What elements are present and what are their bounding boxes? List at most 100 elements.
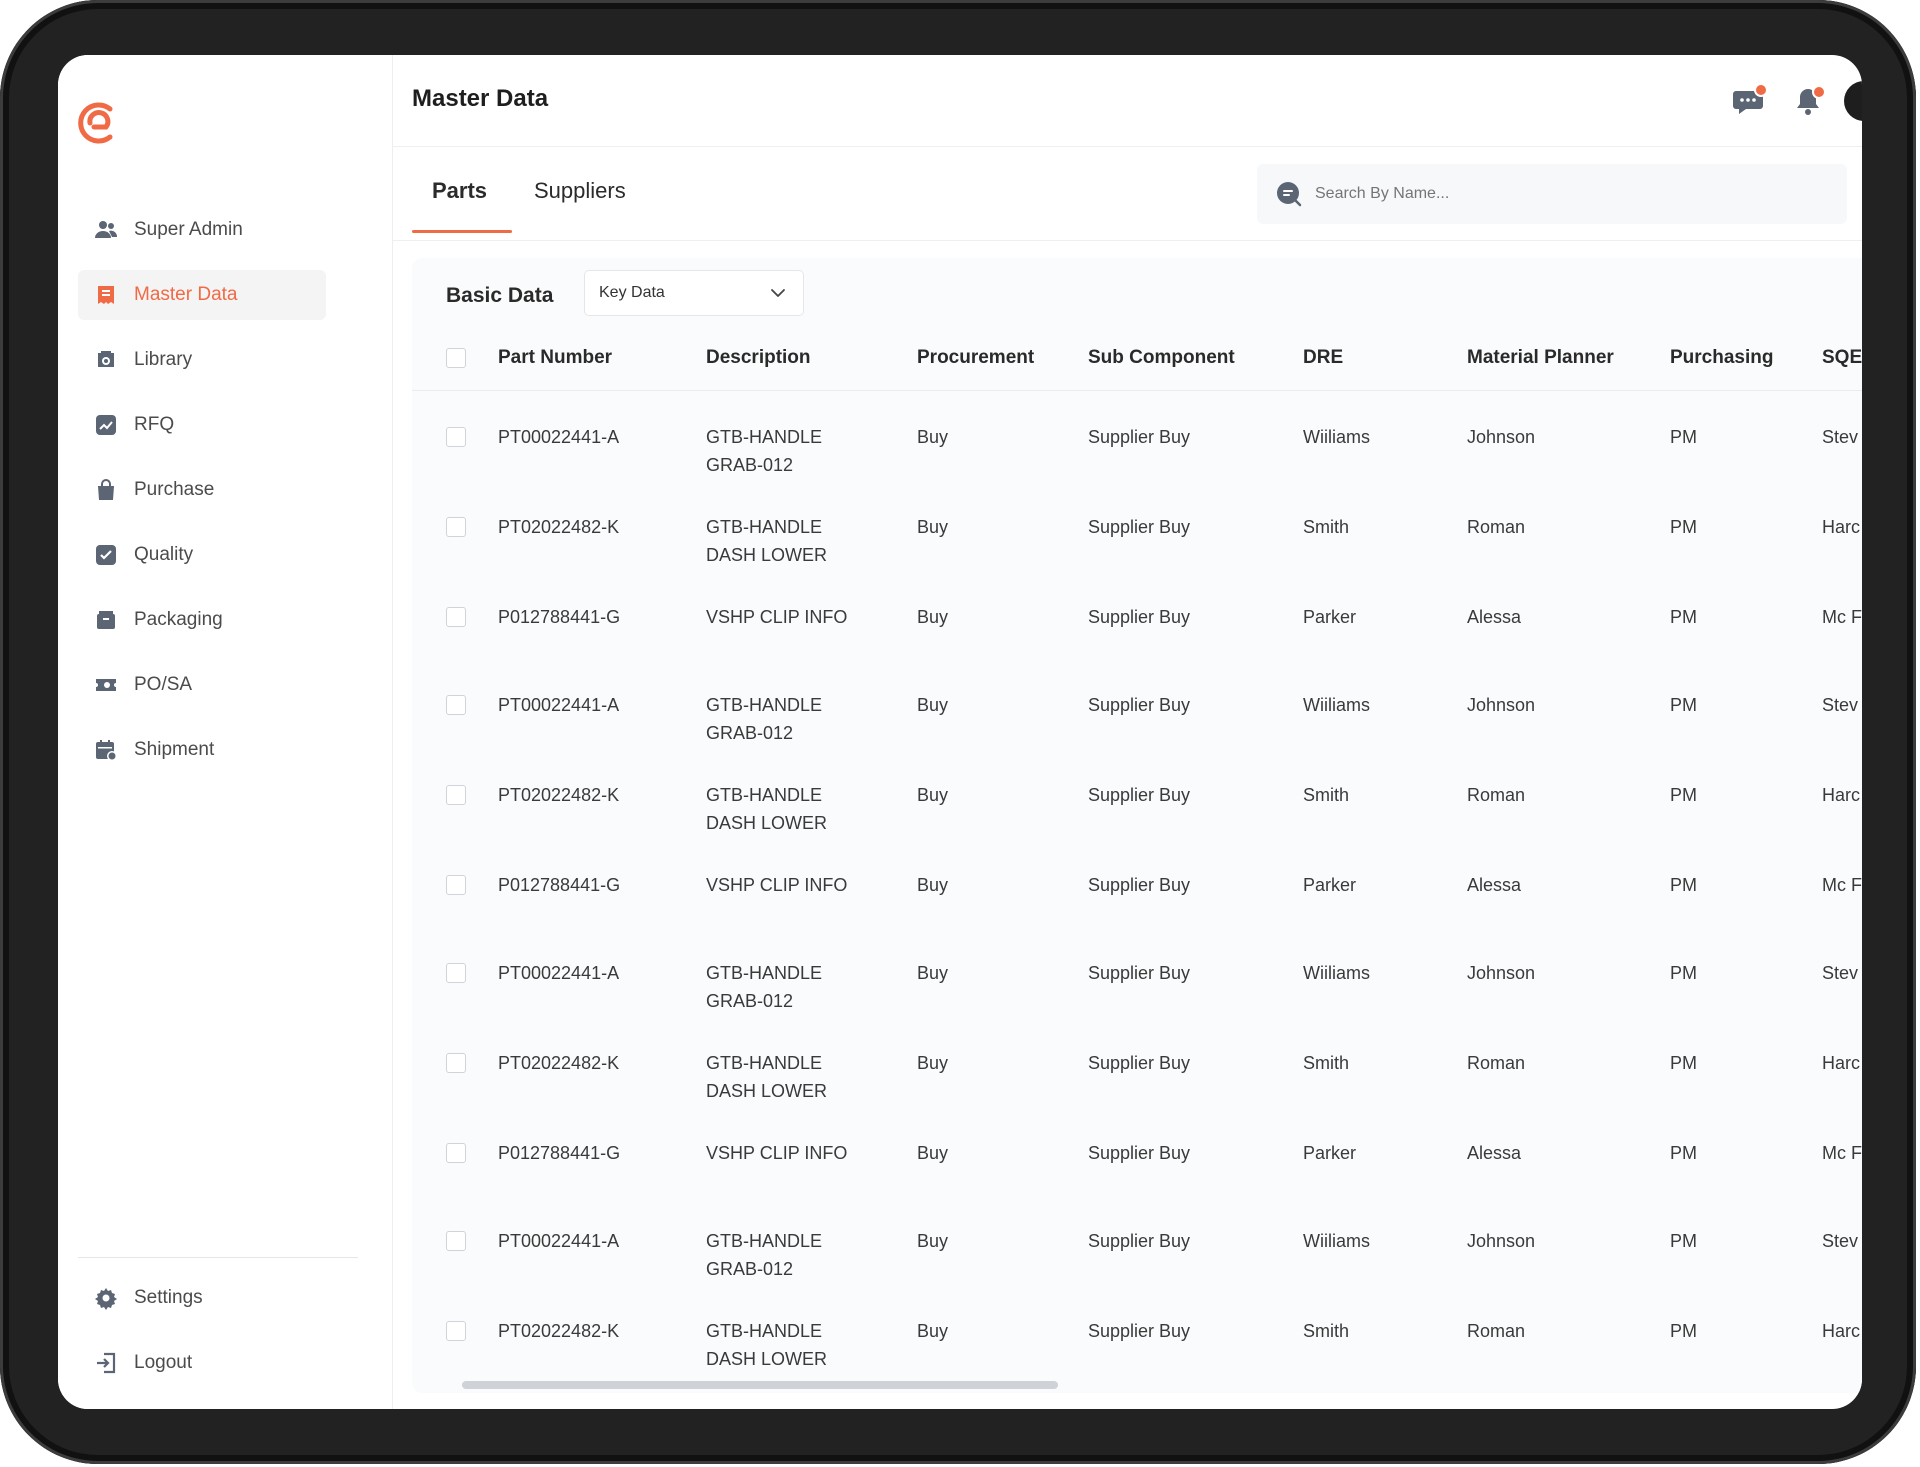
table-cell: PM xyxy=(1670,1231,1697,1251)
table-cell: PT02022482-K xyxy=(498,517,620,537)
table-cell: Buy xyxy=(917,1321,949,1341)
row-checkbox[interactable] xyxy=(446,607,466,627)
table-cell: Harc xyxy=(1822,1321,1861,1341)
sidebar-item-quality[interactable]: Quality xyxy=(78,530,326,580)
table-row[interactable]: PT00022441-A GTB-HANDLE GRAB-012 Buy Suppli… xyxy=(412,391,1862,480)
select-all-checkbox[interactable] xyxy=(446,348,466,368)
sidebar-item-logout[interactable]: Logout xyxy=(78,1338,326,1388)
sidebar-item-library[interactable]: Library xyxy=(78,335,326,385)
table-row[interactable]: P012788441-G VSHP CLIP INFO Buy Supplier Bu… xyxy=(412,569,1862,657)
row-checkbox[interactable] xyxy=(446,785,466,805)
check-icon xyxy=(94,543,118,567)
table-cell: PT02022482-K xyxy=(498,1053,620,1073)
column-header-sqe[interactable]: SQE xyxy=(1822,326,1862,391)
table-cell: Alessa xyxy=(1467,607,1522,627)
table-cell: Supplier Buy xyxy=(1088,607,1191,627)
sidebar-item-rfq[interactable]: RFQ xyxy=(78,400,326,450)
table-row[interactable]: PT00022441-A GTB-HANDLE GRAB-012 Buy Suppli… xyxy=(412,657,1862,747)
column-header-dre[interactable]: DRE xyxy=(1303,326,1467,391)
horizontal-scrollbar[interactable] xyxy=(462,1381,1058,1389)
table-cell: Johnson xyxy=(1467,1231,1536,1251)
row-checkbox[interactable] xyxy=(446,1321,466,1341)
table-row[interactable]: PT02022482-K GTB-HANDLE DASH LOWER Buy Supp… xyxy=(412,747,1862,837)
table-row[interactable]: PT02022482-K GTB-HANDLE DASH LOWER Buy Supp… xyxy=(412,1283,1862,1373)
table-row[interactable]: PT02022482-K GTB-HANDLE DASH LOWER Buy Supp… xyxy=(412,1015,1862,1105)
column-header-part-number[interactable]: Part Number xyxy=(498,326,706,391)
row-checkbox[interactable] xyxy=(446,1143,466,1163)
row-checkbox[interactable] xyxy=(446,427,466,447)
sidebar-item-label: Super Admin xyxy=(134,219,243,240)
table-cell: Roman xyxy=(1467,1321,1526,1341)
description-text: GTB-HANDLE DASH LOWER xyxy=(706,1053,828,1101)
description-text: GTB-HANDLE GRAB-012 xyxy=(706,963,823,1011)
table-row[interactable]: PT00022441-A GTB-HANDLE GRAB-012 Buy Suppli… xyxy=(412,925,1862,1015)
table-row[interactable]: PT02022482-K GTB-HANDLE DASH LOWER Buy Supp… xyxy=(412,479,1862,569)
column-header-sub-component[interactable]: Sub Component xyxy=(1088,326,1303,391)
sidebar-item-purchase[interactable]: Purchase xyxy=(78,465,326,515)
data-type-select[interactable]: Key Data xyxy=(584,270,804,316)
table-cell: Buy xyxy=(917,963,949,983)
sidebar-item-po-sa[interactable]: PO/SA xyxy=(78,660,326,710)
table-cell: Stev xyxy=(1822,963,1859,983)
chat-button[interactable] xyxy=(1730,83,1768,119)
table-cell: PM xyxy=(1670,517,1697,537)
table-cell: Smith xyxy=(1303,517,1350,537)
table-cell: Stev xyxy=(1822,427,1859,447)
column-header-procurement[interactable]: Procurement xyxy=(917,326,1088,391)
table-cell: Stev xyxy=(1822,1231,1859,1251)
table-cell: Supplier Buy xyxy=(1088,1321,1191,1341)
description-text: GTB-HANDLE GRAB-012 xyxy=(706,695,823,743)
table-row[interactable]: PT00022441-A GTB-HANDLE GRAB-012 Buy Suppli… xyxy=(412,1193,1862,1283)
user-avatar[interactable] xyxy=(1844,81,1862,121)
row-select-cell xyxy=(412,1193,498,1283)
sidebar: Super Admin Master Data Library RFQ Purchase… xyxy=(58,55,393,1409)
document-icon xyxy=(94,283,118,307)
sidebar-item-label: Master Data xyxy=(134,284,238,305)
row-checkbox[interactable] xyxy=(446,517,466,537)
table-cell: P012788441-G xyxy=(498,607,621,627)
column-header-material-planner[interactable]: Material Planner xyxy=(1467,326,1670,391)
sidebar-item-master-data[interactable]: Master Data xyxy=(78,270,326,320)
sidebar-item-shipment[interactable]: Shipment xyxy=(78,725,326,775)
row-checkbox[interactable] xyxy=(446,1231,466,1251)
tab-suppliers[interactable]: Suppliers xyxy=(534,178,626,204)
table-cell: Johnson xyxy=(1467,427,1536,447)
parts-table-panel: Basic Data Key Data Part Number Descripti… xyxy=(412,258,1862,1393)
table-cell: PM xyxy=(1670,1143,1697,1163)
table-cell: PM xyxy=(1670,1321,1697,1341)
notifications-button[interactable] xyxy=(1790,83,1826,119)
sidebar-item-super-admin[interactable]: Super Admin xyxy=(78,205,326,255)
table-cell: PM xyxy=(1670,695,1697,715)
row-select-cell xyxy=(412,925,498,1015)
sidebar-item-packaging[interactable]: Packaging xyxy=(78,595,326,645)
sidebar-item-label: Library xyxy=(134,349,193,370)
table-cell: Roman xyxy=(1467,517,1526,537)
row-checkbox[interactable] xyxy=(446,875,466,895)
column-header-description[interactable]: Description xyxy=(706,326,917,391)
table-cell: GTB-HANDLE DASH LOWER xyxy=(706,1283,917,1373)
table-header-row: Part Number Description Procurement Sub Com… xyxy=(412,326,1862,391)
table-cell: PT00022441-A xyxy=(498,1231,620,1251)
table-cell: Parker xyxy=(1303,875,1357,895)
calendar-icon xyxy=(94,738,118,762)
search-input[interactable] xyxy=(1313,184,1797,204)
row-select-cell xyxy=(412,1105,498,1193)
row-select-cell xyxy=(412,747,498,837)
row-select-cell xyxy=(412,1283,498,1373)
column-header-purchasing[interactable]: Purchasing xyxy=(1670,326,1822,391)
sidebar-item-settings[interactable]: Settings xyxy=(78,1273,326,1323)
table-row[interactable]: P012788441-G VSHP CLIP INFO Buy Supplier Bu… xyxy=(412,837,1862,925)
table-row[interactable]: P012788441-G VSHP CLIP INFO Buy Supplier Bu… xyxy=(412,1105,1862,1193)
row-checkbox[interactable] xyxy=(446,1053,466,1073)
row-checkbox[interactable] xyxy=(446,963,466,983)
sidebar-item-label: Logout xyxy=(134,1352,193,1373)
row-checkbox[interactable] xyxy=(446,695,466,715)
table-cell: Buy xyxy=(917,427,949,447)
row-select-cell xyxy=(412,391,498,480)
page-title: Master Data xyxy=(412,85,549,112)
table-cell: VSHP CLIP INFO xyxy=(706,1105,917,1193)
table-cell: GTB-HANDLE DASH LOWER xyxy=(706,479,917,569)
sidebar-item-label: PO/SA xyxy=(134,674,193,695)
tab-parts[interactable]: Parts xyxy=(432,178,487,204)
table-cell: Mc F xyxy=(1822,875,1862,895)
